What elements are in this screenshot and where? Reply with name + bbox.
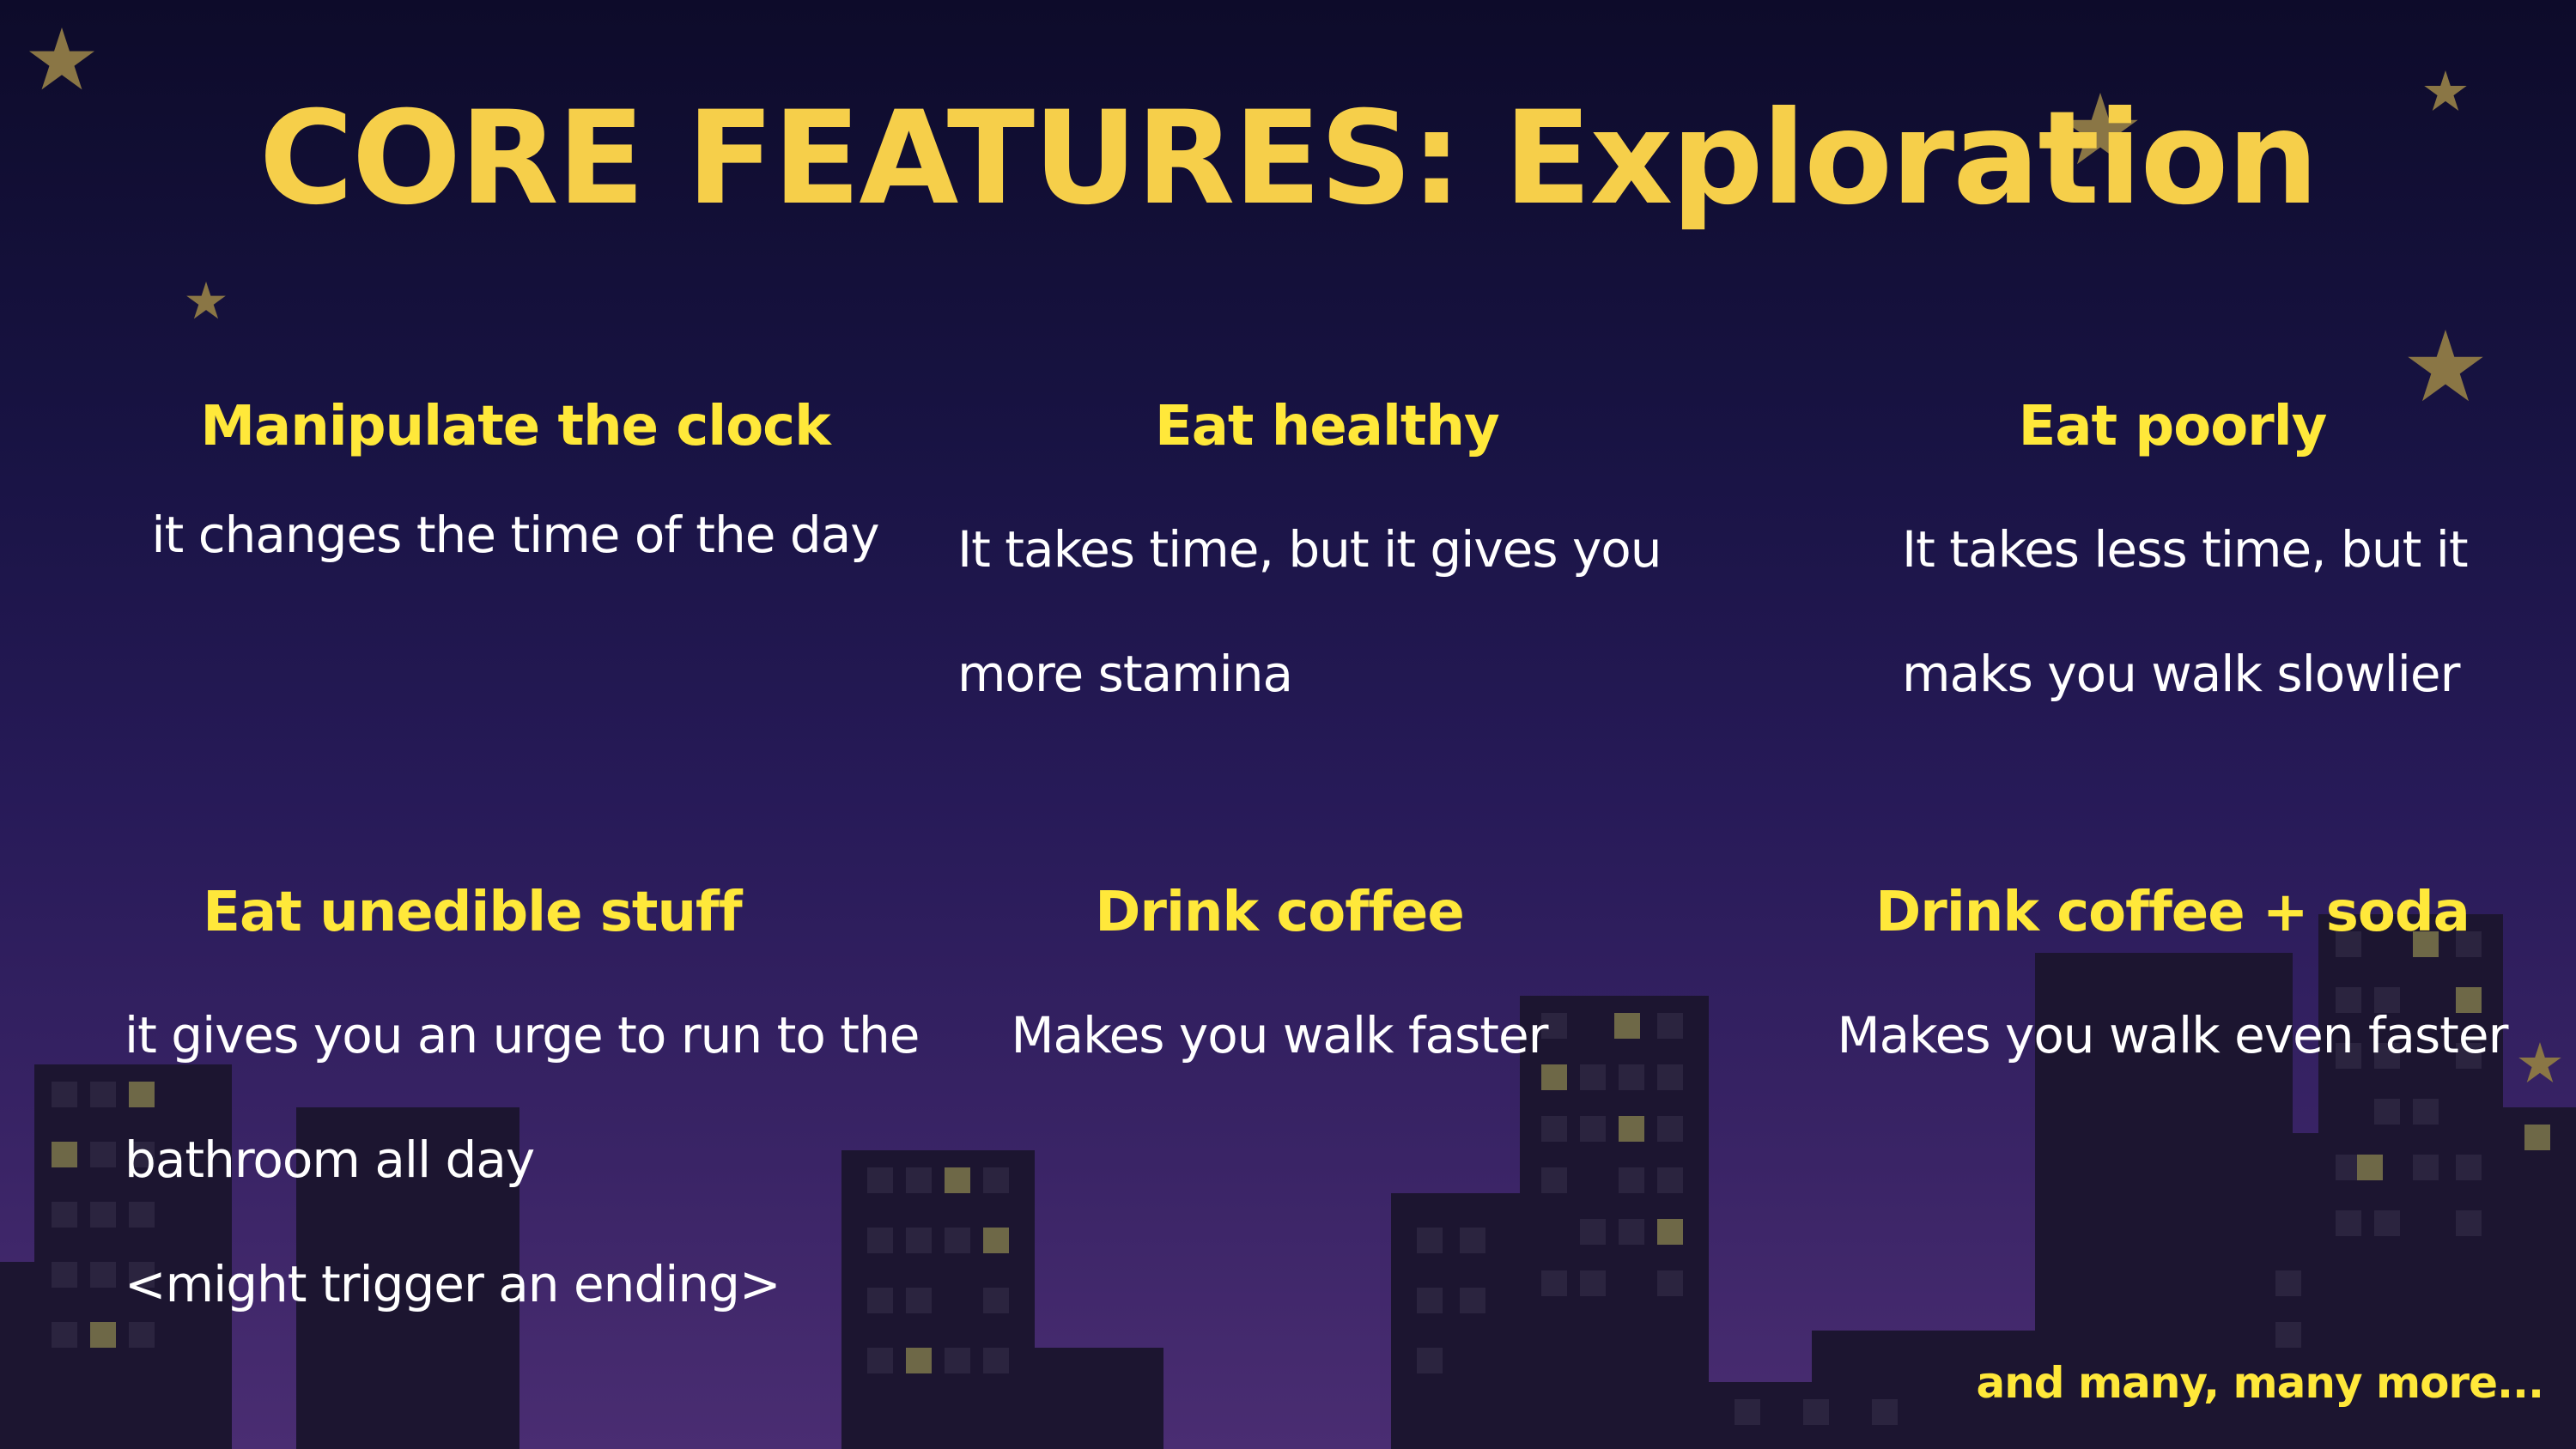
feature-drink-coffee: Drink coffee Makes you walk faster (893, 882, 1666, 1098)
feature-heading: Drink coffee + soda (1875, 881, 2470, 944)
feature-description: It takes time, but it gives you more sta… (957, 488, 1666, 737)
feature-description-line: bathroom all day (125, 1131, 535, 1190)
feature-manipulate-clock: Manipulate the clock it changes the time… (129, 397, 902, 582)
star-icon (186, 282, 226, 319)
feature-heading: Drink coffee (1095, 881, 1464, 944)
feature-description-line: more stamina (957, 645, 1293, 704)
feature-description-line: It takes less time, but it (1902, 520, 2469, 579)
feature-description: it gives you an urge to run to the bathr… (125, 973, 920, 1347)
feature-eat-poorly: Eat poorly It takes less time, but it ma… (1786, 397, 2559, 737)
feature-description: It takes less time, but it maks you walk… (1902, 488, 2559, 737)
feature-drink-coffee-soda: Drink coffee + soda Makes you walk even … (1786, 882, 2559, 1098)
feature-heading: Manipulate the clock (200, 395, 830, 458)
feature-description-line: It takes time, but it gives you (957, 520, 1662, 579)
feature-heading: Eat healthy (1155, 395, 1500, 458)
page-title: CORE FEATURES: Exploration (258, 84, 2319, 233)
feature-description: it changes the time of the day (129, 488, 902, 582)
feature-description-line: it changes the time of the day (151, 506, 879, 565)
feature-heading: Eat poorly (2018, 395, 2328, 458)
feature-description: Makes you walk even faster (1786, 973, 2559, 1098)
feature-eat-healthy: Eat healthy It takes time, but it gives … (893, 397, 1666, 737)
feature-description-line: it gives you an urge to run to the (125, 1006, 920, 1065)
feature-heading: Eat unedible stuff (203, 881, 742, 944)
star-icon (28, 27, 95, 90)
feature-description-line: Makes you walk faster (1011, 1006, 1548, 1065)
feature-description-line: Makes you walk even faster (1837, 1006, 2509, 1065)
feature-description: Makes you walk faster (893, 973, 1666, 1098)
feature-description-line: maks you walk slowlier (1902, 645, 2460, 704)
feature-description-line: <might trigger an ending> (125, 1255, 781, 1314)
star-icon (2408, 330, 2483, 402)
feature-eat-unedible: Eat unedible stuff it gives you an urge … (86, 881, 920, 1347)
more-features-note: and many, many more... (1976, 1358, 2544, 1408)
